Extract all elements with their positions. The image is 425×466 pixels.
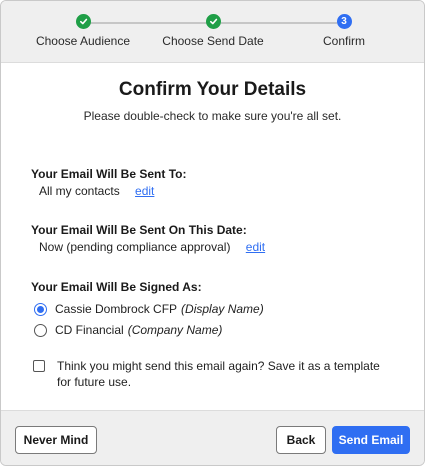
signature-option-company-name[interactable]: CD Financial (Company Name) xyxy=(34,323,222,337)
page-subtitle: Please double-check to make sure you're … xyxy=(83,109,342,123)
radio-button[interactable] xyxy=(34,323,47,337)
save-template-checkbox[interactable] xyxy=(33,360,45,372)
step-choose-audience: Choose Audience xyxy=(13,14,153,48)
signature-option-note: (Company Name) xyxy=(127,323,223,337)
send-email-button[interactable]: Send Email xyxy=(332,426,410,454)
signature-option-name: CD Financial xyxy=(55,323,124,337)
step-number-badge: 3 xyxy=(336,14,352,29)
edit-send-date-link[interactable]: edit xyxy=(246,240,265,254)
send-date-heading: Your Email Will Be Sent On This Date: xyxy=(31,223,247,237)
dialog-footer: Never Mind Back Send Email xyxy=(1,410,424,465)
send-date-value: Now (pending compliance approval) xyxy=(39,240,231,254)
save-template-option[interactable]: Think you might send this email again? S… xyxy=(33,358,393,390)
save-template-label: Think you might send this email again? S… xyxy=(57,359,380,389)
signature-heading: Your Email Will Be Signed As: xyxy=(31,280,202,294)
radio-button-selected[interactable] xyxy=(34,302,47,316)
recipients-row: All my contacts edit xyxy=(39,184,154,198)
check-icon xyxy=(75,14,91,29)
recipients-heading: Your Email Will Be Sent To: xyxy=(31,167,187,181)
never-mind-button[interactable]: Never Mind xyxy=(15,426,97,454)
edit-recipients-link[interactable]: edit xyxy=(135,184,154,198)
back-button[interactable]: Back xyxy=(276,426,326,454)
step-label: Choose Audience xyxy=(35,34,131,48)
step-choose-send-date: Choose Send Date xyxy=(143,14,283,48)
check-icon xyxy=(205,14,221,29)
page-title: Confirm Your Details xyxy=(118,79,307,100)
step-label: Choose Send Date xyxy=(162,34,264,48)
signature-option-note: (Display Name) xyxy=(181,302,264,316)
step-confirm: 3 Confirm xyxy=(274,14,414,48)
signature-option-display-name[interactable]: Cassie Dombrock CFP (Display Name) xyxy=(34,302,264,316)
progress-stepper: Choose Audience Choose Send Date 3 Confi… xyxy=(1,1,424,63)
signature-option-name: Cassie Dombrock CFP xyxy=(55,302,178,316)
send-date-row: Now (pending compliance approval) edit xyxy=(39,240,265,254)
step-label: Confirm xyxy=(322,34,365,48)
recipients-value: All my contacts xyxy=(39,184,120,198)
confirm-dialog: Choose Audience Choose Send Date 3 Confi… xyxy=(0,0,425,466)
